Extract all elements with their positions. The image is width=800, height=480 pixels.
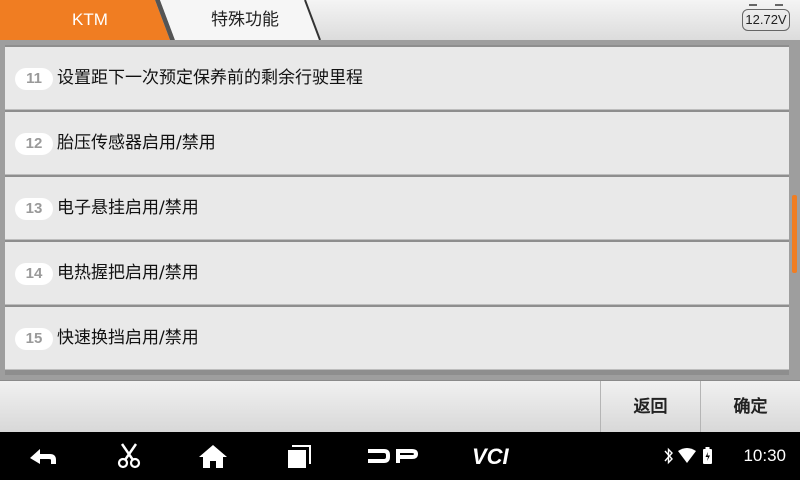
dp-icon[interactable] (366, 442, 420, 470)
item-number-badge: 15 (15, 328, 53, 350)
list-item[interactable]: 13 电子悬挂启用/禁用 (5, 177, 789, 240)
back-icon[interactable] (26, 442, 60, 470)
list-item[interactable]: 12 胎压传感器启用/禁用 (5, 112, 789, 175)
item-number-badge: 14 (15, 263, 53, 285)
item-number-badge: 13 (15, 198, 53, 220)
scrollbar-thumb[interactable] (792, 195, 797, 273)
recent-apps-icon[interactable] (282, 442, 316, 470)
item-label: 快速换挡启用/禁用 (57, 328, 199, 348)
item-label: 设置距下一次预定保养前的剩余行驶里程 (57, 68, 363, 88)
breadcrumb: KTM 特殊功能 (0, 0, 330, 40)
home-icon[interactable] (196, 442, 230, 470)
back-button[interactable]: 返回 (600, 381, 700, 433)
wifi-icon (678, 448, 696, 463)
item-label: 电子悬挂启用/禁用 (57, 198, 199, 218)
list-item[interactable]: 11 设置距下一次预定保养前的剩余行驶里程 (5, 47, 789, 110)
action-bar: 返回 确定 (0, 380, 800, 433)
status-icons (664, 447, 712, 465)
scrollbar[interactable] (792, 40, 797, 380)
svg-text:VCI: VCI (472, 444, 510, 469)
breadcrumb-item-ktm[interactable]: KTM (20, 0, 160, 40)
item-label: 胎压传感器启用/禁用 (57, 133, 216, 153)
scissors-icon[interactable] (112, 442, 146, 470)
system-nav-bar: VCI 10:30 (0, 432, 800, 480)
confirm-button[interactable]: 确定 (700, 381, 800, 433)
function-list: 11 设置距下一次预定保养前的剩余行驶里程 12 胎压传感器启用/禁用 13 电… (0, 40, 800, 380)
list-item[interactable]: 15 快速换挡启用/禁用 (5, 307, 789, 370)
vci-icon[interactable]: VCI (470, 442, 526, 470)
item-number-badge: 11 (15, 68, 53, 90)
battery-voltage-badge: 12.72V (742, 4, 790, 31)
item-label: 电热握把启用/禁用 (57, 263, 199, 283)
function-list-viewport: 11 设置距下一次预定保养前的剩余行驶里程 12 胎压传感器启用/禁用 13 电… (5, 45, 789, 375)
breadcrumb-item-special-functions[interactable]: 特殊功能 (180, 0, 310, 40)
bluetooth-icon (664, 447, 673, 465)
battery-charging-icon (703, 447, 712, 464)
list-item[interactable]: 14 电热握把启用/禁用 (5, 242, 789, 305)
top-bar: KTM 特殊功能 12.72V (0, 0, 800, 40)
clock: 10:30 (743, 446, 786, 465)
item-number-badge: 12 (15, 133, 53, 155)
